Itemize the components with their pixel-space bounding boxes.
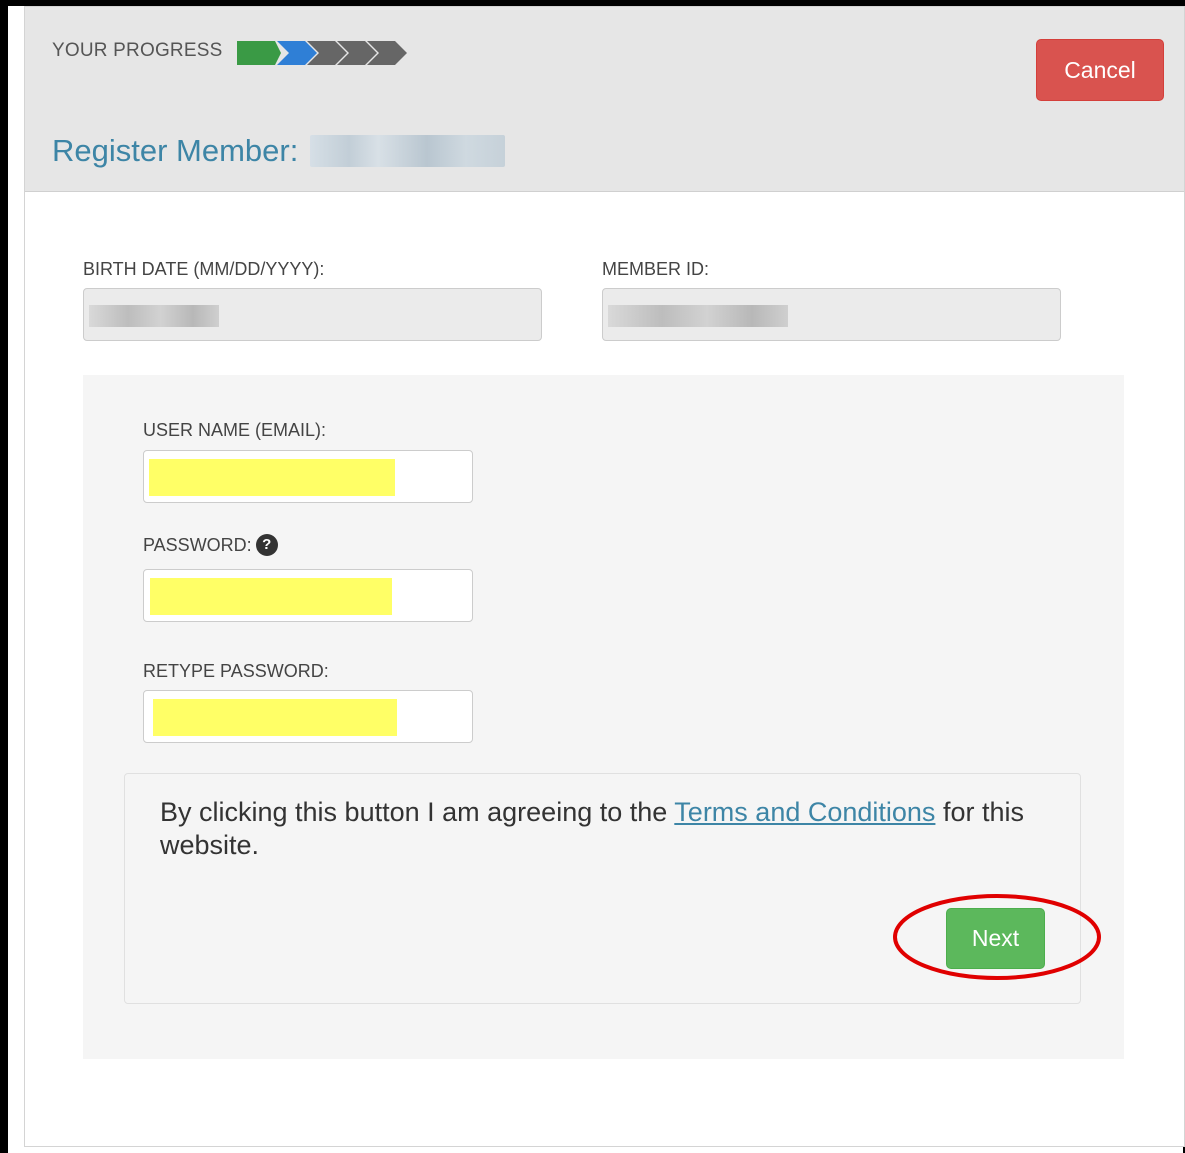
retype-password-input[interactable] [143,690,473,743]
redacted-retype-password [153,699,397,736]
password-label: PASSWORD:? [143,534,278,557]
birth-date-label: BIRTH DATE (MM/DD/YYYY): [83,259,325,279]
redacted-member-name [310,135,506,167]
agreement-text-before: By clicking this button I am agreeing to… [160,797,675,827]
next-button[interactable]: Next [946,908,1045,969]
help-icon[interactable]: ? [255,534,278,557]
member-id-field [602,288,1061,341]
redacted-birth-date [89,305,219,327]
username-label: USER NAME (EMAIL): [143,420,327,440]
page-title-text: Register Member: [52,133,299,168]
redacted-member-id [608,305,788,327]
registration-panel: YOUR PROGRESS Cancel Register Member: BI… [24,6,1185,1147]
progress-label: YOUR PROGRESS [52,40,223,61]
panel-header: YOUR PROGRESS Cancel Register Member: [25,7,1184,192]
terms-and-conditions-link[interactable]: Terms and Conditions [674,797,935,827]
password-label-text: PASSWORD: [143,535,252,555]
progress-step-1-icon [237,41,281,65]
password-input[interactable] [143,569,473,622]
page-title: Register Member: [52,133,506,169]
agreement-box: By clicking this button I am agreeing to… [124,773,1081,1004]
birth-date-field [83,288,542,341]
cancel-button[interactable]: Cancel [1036,39,1164,101]
agreement-text: By clicking this button I am agreeing to… [160,796,1050,862]
credentials-section: USER NAME (EMAIL): PASSWORD:? RETYPE PAS… [83,375,1124,1059]
redacted-username [149,459,395,496]
username-input[interactable] [143,450,473,503]
retype-password-label: RETYPE PASSWORD: [143,661,329,681]
redacted-password [150,578,392,615]
member-id-label: MEMBER ID: [602,259,710,279]
progress-steps-icon [237,41,407,65]
